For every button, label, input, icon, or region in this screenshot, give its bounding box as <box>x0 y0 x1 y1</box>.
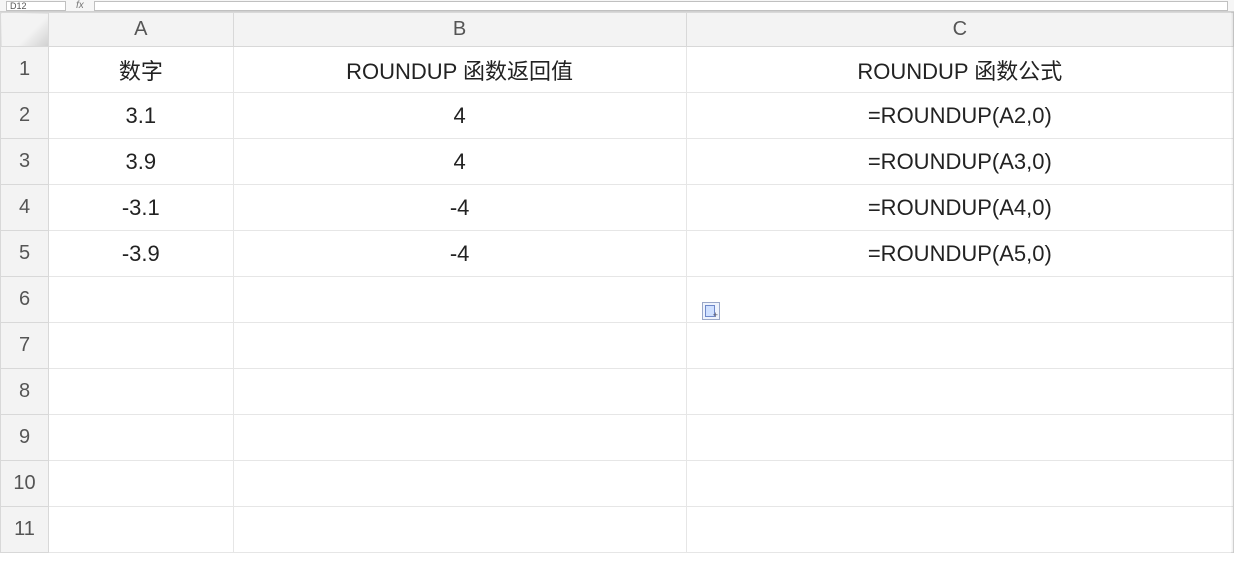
cell-C6[interactable] <box>686 277 1233 323</box>
sheet-table: A B C 1 数字 ROUNDUP 函数返回值 ROUNDUP 函数公式 2 … <box>0 12 1234 553</box>
row-header-3[interactable]: 3 <box>1 139 49 185</box>
cell-C8[interactable] <box>686 369 1233 415</box>
cell-A8[interactable] <box>49 369 233 415</box>
cell-C5[interactable]: =ROUNDUP(A5,0) <box>686 231 1233 277</box>
row-header-10[interactable]: 10 <box>1 461 49 507</box>
row-header-5[interactable]: 5 <box>1 231 49 277</box>
cell-B9[interactable] <box>233 415 686 461</box>
cell-B10[interactable] <box>233 461 686 507</box>
col-header-A[interactable]: A <box>49 13 233 47</box>
cell-A2[interactable]: 3.1 <box>49 93 233 139</box>
cell-C10[interactable] <box>686 461 1233 507</box>
cell-B5[interactable]: -4 <box>233 231 686 277</box>
cell-C9[interactable] <box>686 415 1233 461</box>
row-header-11[interactable]: 11 <box>1 507 49 553</box>
formula-toolbar: D12 fx <box>0 0 1234 12</box>
cell-B4[interactable]: -4 <box>233 185 686 231</box>
cell-B7[interactable] <box>233 323 686 369</box>
select-all-corner[interactable] <box>1 13 49 47</box>
row-header-9[interactable]: 9 <box>1 415 49 461</box>
cell-B8[interactable] <box>233 369 686 415</box>
row-header-7[interactable]: 7 <box>1 323 49 369</box>
cell-A5[interactable]: -3.9 <box>49 231 233 277</box>
cell-B11[interactable] <box>233 507 686 553</box>
col-header-C[interactable]: C <box>686 13 1233 47</box>
cell-A10[interactable] <box>49 461 233 507</box>
row-header-4[interactable]: 4 <box>1 185 49 231</box>
fx-icon: fx <box>76 0 84 11</box>
cell-C4[interactable]: =ROUNDUP(A4,0) <box>686 185 1233 231</box>
cell-C1[interactable]: ROUNDUP 函数公式 <box>686 47 1233 93</box>
cell-A6[interactable] <box>49 277 233 323</box>
cell-C7[interactable] <box>686 323 1233 369</box>
cell-B1[interactable]: ROUNDUP 函数返回值 <box>233 47 686 93</box>
cell-B2[interactable]: 4 <box>233 93 686 139</box>
cell-B6[interactable] <box>233 277 686 323</box>
cell-A1[interactable]: 数字 <box>49 47 233 93</box>
cell-A7[interactable] <box>49 323 233 369</box>
cell-B3[interactable]: 4 <box>233 139 686 185</box>
cell-A11[interactable] <box>49 507 233 553</box>
col-header-B[interactable]: B <box>233 13 686 47</box>
row-header-2[interactable]: 2 <box>1 93 49 139</box>
row-header-1[interactable]: 1 <box>1 47 49 93</box>
formula-bar-input[interactable] <box>94 1 1228 11</box>
spreadsheet-grid: A B C 1 数字 ROUNDUP 函数返回值 ROUNDUP 函数公式 2 … <box>0 12 1234 553</box>
row-header-8[interactable]: 8 <box>1 369 49 415</box>
paste-options-icon[interactable] <box>702 302 720 320</box>
name-box[interactable]: D12 <box>6 1 66 11</box>
cell-A4[interactable]: -3.1 <box>49 185 233 231</box>
cell-C3[interactable]: =ROUNDUP(A3,0) <box>686 139 1233 185</box>
cell-A3[interactable]: 3.9 <box>49 139 233 185</box>
row-header-6[interactable]: 6 <box>1 277 49 323</box>
cell-A9[interactable] <box>49 415 233 461</box>
cell-C2[interactable]: =ROUNDUP(A2,0) <box>686 93 1233 139</box>
cell-C11[interactable] <box>686 507 1233 553</box>
